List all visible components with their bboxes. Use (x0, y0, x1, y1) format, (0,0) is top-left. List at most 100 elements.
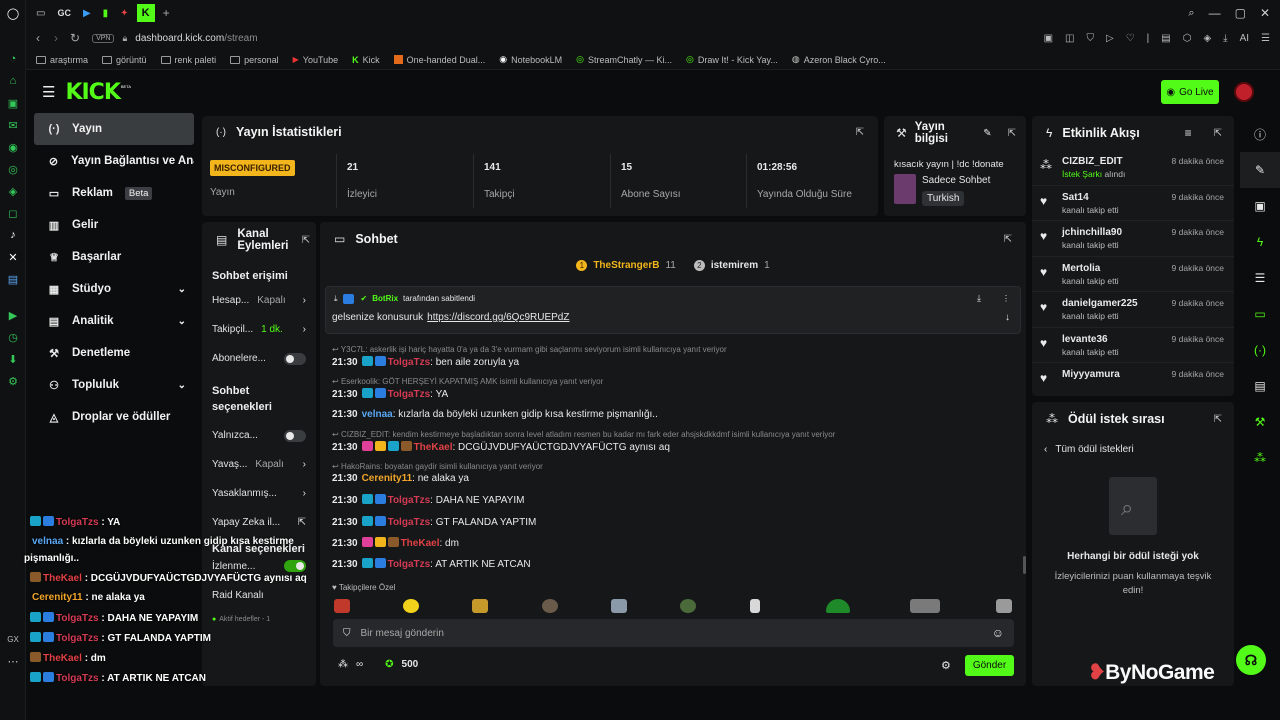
chat-input[interactable]: ⛉ Bir mesaj gönderin ☺ (333, 619, 1014, 647)
kick-logo[interactable]: KICK (65, 80, 120, 105)
shield-icon[interactable]: ⛉ (1086, 33, 1094, 44)
sidebar-item-reklam[interactable]: ▭ Reklam Beta (34, 177, 194, 209)
edit-icon[interactable]: ✎ (1240, 152, 1280, 188)
bookmark-2[interactable]: renk paleti (160, 55, 216, 65)
back-icon[interactable]: ‹ (36, 31, 40, 45)
sidebar-item-analitik[interactable]: ▤ Analitik ⌄ (34, 305, 194, 337)
filter-icon[interactable]: ≡ (1185, 126, 1192, 140)
popout-icon[interactable]: ⇱ (1008, 128, 1016, 139)
back-to-all-requests[interactable]: ‹ Tüm ödül istekleri (1032, 444, 1234, 455)
message-user[interactable]: Cerenity11 (362, 473, 413, 484)
popout-icon[interactable]: ⇱ (1004, 234, 1012, 245)
setting-accounts[interactable]: Hesap... Kapalı › (202, 286, 316, 315)
popout-icon[interactable]: ⇱ (856, 127, 864, 138)
go-live-button[interactable]: ◉ Go Live (1161, 80, 1219, 104)
history-icon[interactable]: ◷ (0, 326, 26, 348)
bookmark-0[interactable]: araştırma (36, 55, 88, 65)
menu-icon[interactable]: ☰ (1261, 33, 1270, 44)
chat-message[interactable]: 21:30 TolgaTzs: DAHA NE YAPAYIM (332, 494, 524, 506)
chat-message[interactable]: 21:30 TolgaTzs: GT FALANDA YAPTIM (332, 516, 536, 528)
collapse-icon[interactable]: ↓ (1005, 312, 1010, 323)
tab-gc[interactable]: GC (57, 8, 71, 18)
emote[interactable] (680, 599, 696, 613)
subs-toggle[interactable] (284, 352, 306, 365)
list-icon[interactable]: ☰ (1240, 260, 1280, 296)
message-user[interactable]: TolgaTzs (388, 517, 431, 528)
chat-message[interactable]: 21:30 Cerenity11: ne alaka ya (332, 473, 469, 484)
sidebar-item-link[interactable]: ⊘ Yayın Bağlantısı ve Anahtarı (34, 145, 194, 177)
message-user[interactable]: TolgaTzs (388, 357, 431, 368)
address-field[interactable]: dashboard.kick.com/stream (135, 33, 257, 44)
emote[interactable] (910, 599, 940, 613)
cube-icon[interactable]: ◈ (1203, 33, 1211, 44)
setting-followers[interactable]: Takipçil... 1 dk. › (202, 315, 316, 344)
ad-icon[interactable]: ▣ (1240, 188, 1280, 224)
search-tabs-icon[interactable]: ⌕ (1188, 7, 1194, 20)
tab-kick-active[interactable]: K (136, 4, 155, 22)
forward-icon[interactable]: › (54, 31, 58, 45)
extension-icon[interactable]: ⬡ (1183, 33, 1192, 44)
popout-icon[interactable]: ⇱ (1214, 414, 1222, 425)
watch-toggle[interactable] (284, 560, 306, 572)
chat-message[interactable]: 21:30 velnaa: kızlarla da böyleki uzunken… (332, 409, 658, 420)
heart-icon[interactable]: ♡ (1126, 33, 1135, 44)
tab-game-icon[interactable]: ✦ (120, 8, 128, 19)
setting-only[interactable]: Yalnızca... (202, 421, 316, 450)
bookmark-5[interactable]: K Kick (352, 55, 380, 65)
instagram-icon[interactable]: ◻ (0, 202, 26, 224)
emote[interactable] (611, 599, 627, 613)
sidebar-item-topluluk[interactable]: ⚇ Topluluk ⌄ (34, 369, 194, 401)
active-goals[interactable]: ● Aktif hedefler - 1 (202, 610, 316, 628)
x-icon[interactable]: ✕ (0, 246, 26, 268)
emote[interactable] (996, 599, 1012, 613)
info-icon[interactable]: ⓘ (1240, 116, 1280, 152)
support-chat-button[interactable]: ☊ (1236, 645, 1266, 675)
message-user[interactable]: velnaa (362, 409, 393, 420)
infinity-icon[interactable]: ∞ (356, 659, 363, 670)
reward-icon[interactable]: ⁂ (338, 659, 348, 670)
emote[interactable] (472, 599, 488, 613)
speed-dial-icon[interactable]: ◔ (0, 48, 26, 70)
settings-icon[interactable]: ⚙ (0, 370, 26, 392)
minimize-icon[interactable]: — (1209, 6, 1221, 20)
chat-message[interactable]: 21:30 TheKael: DCGÜJVDUFYAÜCTGDJVYAFÜCTG … (332, 441, 670, 453)
bookmark-10[interactable]: ◍ Azeron Black Cyro... (792, 54, 886, 65)
sidebar-item-denetleme[interactable]: ⚒ Denetleme (34, 337, 194, 369)
actions-icon[interactable]: ▤ (1240, 368, 1280, 404)
send-button[interactable]: Gönder (965, 655, 1014, 676)
tab-play-icon[interactable]: ▶ (83, 8, 91, 19)
close-window-icon[interactable]: ✕ (1260, 6, 1270, 20)
reload-icon[interactable]: ↻ (70, 31, 80, 45)
bookmark-9[interactable]: ◎ Draw It! - Kick Yay... (686, 54, 778, 65)
raid-channel[interactable]: Raid Kanalı (202, 581, 316, 610)
play-icon[interactable]: ▷ (1106, 33, 1114, 44)
download-icon[interactable]: ⤓ (1223, 33, 1227, 44)
whatsapp-icon[interactable]: ◎ (0, 158, 26, 180)
bookmark-3[interactable]: personal (230, 55, 279, 65)
downloads-icon[interactable]: ⬇ (0, 348, 26, 370)
messenger-icon[interactable]: ✉ (0, 114, 26, 136)
reward-icon[interactable]: ⁂ (1240, 440, 1280, 476)
bookmark-6[interactable]: One-handed Dual... (393, 55, 485, 65)
camera-icon[interactable]: ▣ (1044, 33, 1053, 44)
popout-icon[interactable]: ⇱ (302, 235, 310, 246)
player-icon[interactable]: ▶ (0, 304, 26, 326)
chat-message[interactable]: 21:30 TheKael: dm (332, 537, 459, 549)
discord2-icon[interactable]: ◈ (0, 180, 26, 202)
chat-message[interactable]: 21:30 TolgaTzs: AT ARTIK NE ATCAN (332, 558, 531, 570)
emote[interactable] (542, 599, 558, 613)
edit-icon[interactable]: ✎ (983, 128, 991, 139)
broadcast-icon[interactable]: (·) (1240, 332, 1280, 368)
chat-message[interactable]: 21:30 TolgaTzs: ben aile zoruyla ya (332, 356, 519, 368)
unpin-icon[interactable]: ⤓ (977, 293, 981, 304)
discord-icon[interactable]: ◉ (0, 136, 26, 158)
chat-icon[interactable]: ▭ (1240, 296, 1280, 332)
chat-message[interactable]: 21:30 TolgaTzs: YA (332, 388, 448, 400)
ai-icon[interactable]: AI (1240, 33, 1249, 44)
tab-bars-icon[interactable]: ▮ (103, 8, 109, 19)
wrench-icon[interactable]: ⚒ (1240, 404, 1280, 440)
home-icon[interactable]: ⌂ (0, 70, 26, 92)
pinned-link[interactable]: https://discord.gg/6Qc9RUEPdZ (427, 312, 569, 323)
more-icon[interactable]: ⋯ (0, 650, 26, 672)
maximize-icon[interactable]: ▢ (1235, 6, 1246, 20)
